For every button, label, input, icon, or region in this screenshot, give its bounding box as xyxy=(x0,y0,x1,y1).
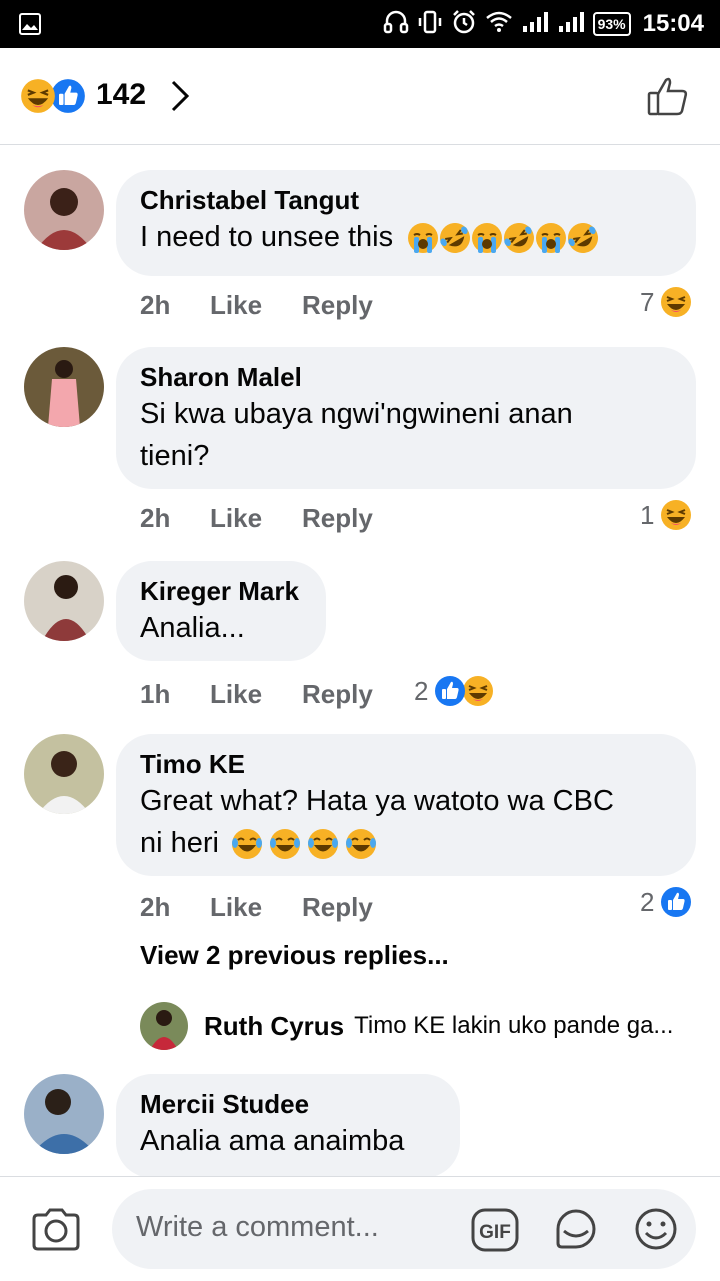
tears-of-joy-icon xyxy=(307,828,339,860)
emoji-icon[interactable] xyxy=(632,1205,680,1258)
crying-face-icon xyxy=(407,222,439,254)
like-icon xyxy=(660,886,692,918)
wifi-icon xyxy=(485,9,513,40)
reaction-count: 7 xyxy=(640,286,655,317)
comment-reactions[interactable]: 2 xyxy=(414,675,494,707)
comment-author[interactable]: Christabel Tangut xyxy=(140,184,672,216)
reaction-count: 2 xyxy=(640,886,655,917)
avatar[interactable] xyxy=(24,561,104,641)
comment-text-line: tieni? xyxy=(140,440,210,472)
clock: 15:04 xyxy=(642,10,704,37)
comment-author[interactable]: Mercii Studee xyxy=(140,1088,436,1120)
like-button[interactable]: Like xyxy=(210,892,302,923)
comment-time: 2h xyxy=(140,892,171,922)
comment-bubble[interactable]: Christabel Tangut I need to unsee this xyxy=(116,170,696,276)
reaction-count[interactable]: 142 xyxy=(96,78,146,112)
reactions-header: 142 xyxy=(0,48,720,145)
comment-bubble[interactable]: Mercii Studee Analia ama anaimba xyxy=(116,1074,460,1178)
comment-time: 2h xyxy=(140,290,171,320)
comment-text-line: Great what? Hata ya watoto wa CBC xyxy=(140,785,614,817)
gif-label: GIF xyxy=(479,1222,511,1243)
reply-button[interactable]: Reply xyxy=(302,290,373,321)
comment-author[interactable]: Sharon Malel xyxy=(140,361,672,393)
avatar[interactable] xyxy=(24,170,104,250)
signal-icon xyxy=(521,10,549,39)
alarm-icon xyxy=(451,9,477,40)
comment-placeholder: Write a comment... xyxy=(136,1211,379,1243)
reaction-count: 1 xyxy=(640,499,655,530)
like-outline-icon[interactable] xyxy=(646,74,690,123)
chevron-right-icon[interactable] xyxy=(168,78,192,119)
comment-reactions[interactable]: 1 xyxy=(640,499,692,531)
like-button[interactable]: Like xyxy=(210,290,302,321)
comment-text: Analia... xyxy=(140,612,245,644)
headset-icon xyxy=(383,9,409,40)
emoji-group xyxy=(407,221,599,253)
reply-author[interactable]: Ruth Cyrus xyxy=(204,1011,344,1042)
comment-composer: Write a comment... GIF xyxy=(0,1176,720,1281)
gif-icon[interactable]: GIF xyxy=(470,1207,520,1258)
signal-icon-2 xyxy=(557,10,585,39)
comment-text-line: Si kwa ubaya ngwi'ngwineni anan xyxy=(140,398,573,430)
comment-time: 2h xyxy=(140,503,171,533)
sticker-icon[interactable] xyxy=(552,1205,600,1258)
avatar[interactable] xyxy=(24,734,104,814)
haha-icon xyxy=(20,78,56,114)
reaction-count: 2 xyxy=(414,675,429,706)
rofl-icon xyxy=(567,222,599,254)
tears-of-joy-icon xyxy=(231,828,263,860)
reply-button[interactable]: Reply xyxy=(302,503,373,534)
like-button[interactable]: Like xyxy=(210,679,302,710)
avatar[interactable] xyxy=(24,1074,104,1154)
rofl-icon xyxy=(439,222,471,254)
reaction-summary[interactable] xyxy=(20,78,86,114)
reply-preview[interactable]: Ruth Cyrus Timo KE lakin uko pande ga... xyxy=(140,1000,673,1052)
comment-bubble[interactable]: Kireger Mark Analia... xyxy=(116,561,326,661)
comment-text: I need to unsee this xyxy=(140,221,394,253)
vibrate-icon xyxy=(417,9,443,40)
avatar[interactable] xyxy=(140,1002,188,1050)
emoji-group xyxy=(231,827,377,859)
avatar[interactable] xyxy=(24,347,104,427)
tears-of-joy-icon xyxy=(269,828,301,860)
comment-text-line: ni heri xyxy=(140,827,219,859)
comment-reactions[interactable]: 2 xyxy=(640,886,692,918)
like-button[interactable]: Like xyxy=(210,503,302,534)
comment-reactions[interactable]: 7 xyxy=(640,286,692,318)
camera-icon[interactable] xyxy=(30,1207,82,1258)
reply-text: Timo KE lakin uko pande ga... xyxy=(354,1012,674,1039)
tears-of-joy-icon xyxy=(345,828,377,860)
status-bar: 93% 15:04 xyxy=(0,0,720,48)
haha-icon xyxy=(660,499,692,531)
battery-indicator: 93% xyxy=(592,12,631,36)
comment-author[interactable]: Kireger Mark xyxy=(140,575,302,607)
crying-face-icon xyxy=(535,222,567,254)
haha-icon xyxy=(660,286,692,318)
like-icon xyxy=(434,675,466,707)
comment-time: 1h xyxy=(140,679,171,709)
haha-icon xyxy=(462,675,494,707)
reply-button[interactable]: Reply xyxy=(302,679,373,710)
view-previous-replies-link[interactable]: View 2 previous replies... xyxy=(140,940,449,971)
comment-bubble[interactable]: Sharon Malel Si kwa ubaya ngwi'ngwineni … xyxy=(116,347,696,489)
comment-input[interactable]: Write a comment... GIF xyxy=(112,1189,696,1269)
comment-text: Analia ama anaimba xyxy=(140,1125,405,1157)
reply-button[interactable]: Reply xyxy=(302,892,373,923)
crying-face-icon xyxy=(471,222,503,254)
rofl-icon xyxy=(503,222,535,254)
comment-author[interactable]: Timo KE xyxy=(140,748,672,780)
image-notification-icon xyxy=(18,12,42,41)
comment-bubble[interactable]: Timo KE Great what? Hata ya watoto wa CB… xyxy=(116,734,696,876)
